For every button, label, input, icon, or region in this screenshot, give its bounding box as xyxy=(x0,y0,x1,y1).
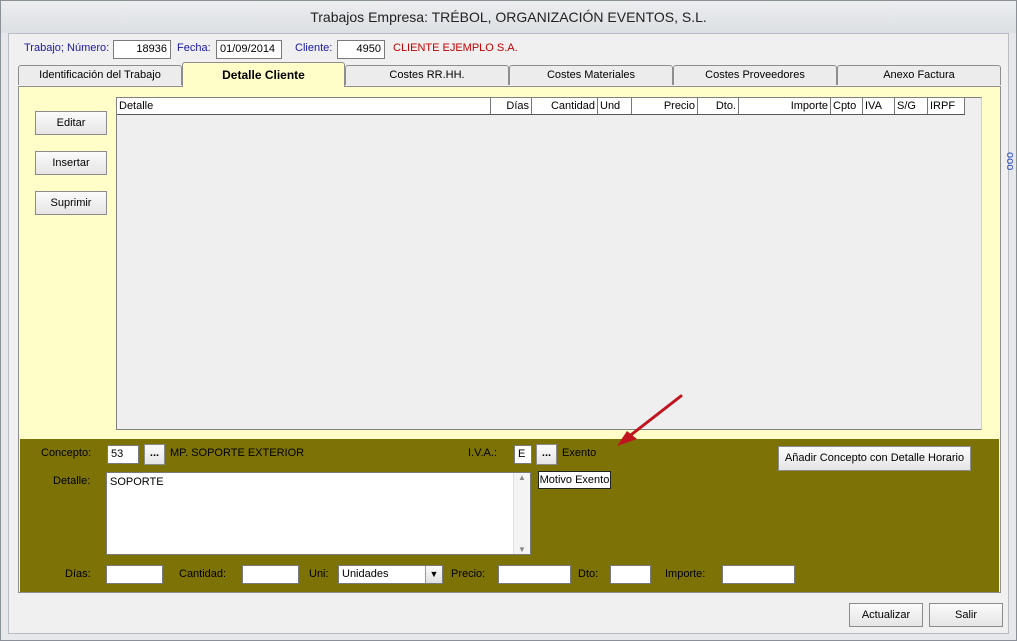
grid-header: Detalle Días Cantidad Und Precio Dto. Im… xyxy=(117,98,965,115)
motivo-exento-button[interactable]: Motivo Exento xyxy=(538,471,611,489)
dto-label: Dto: xyxy=(578,568,599,580)
importe-label: Importe: xyxy=(665,568,706,580)
detalle-scrollbar[interactable]: ▲ ▼ xyxy=(513,473,530,554)
iva-description: Exento xyxy=(562,447,597,459)
col-precio[interactable]: Precio xyxy=(632,98,698,114)
side-indicator: ooo xyxy=(1003,152,1016,174)
salir-button[interactable]: Salir xyxy=(929,603,1003,627)
concepto-label: Concepto: xyxy=(41,447,92,459)
concepto-lookup-button[interactable]: ... xyxy=(144,444,165,465)
iva-field[interactable]: E xyxy=(514,445,532,464)
concepto-description: MP. SOPORTE EXTERIOR xyxy=(170,447,305,459)
iva-label: I.V.A.: xyxy=(468,447,497,459)
cantidad-field[interactable] xyxy=(242,565,299,584)
col-irpf[interactable]: IRPF xyxy=(928,98,965,114)
col-cantidad[interactable]: Cantidad xyxy=(532,98,598,114)
trabajo-label: Trabajo; Número: xyxy=(24,42,110,54)
fecha-label: Fecha: xyxy=(177,42,211,54)
chevron-down-icon[interactable]: ▼ xyxy=(425,566,442,583)
cantidad-label: Cantidad: xyxy=(179,568,227,580)
precio-label: Precio: xyxy=(451,568,486,580)
detalle-label: Detalle: xyxy=(53,475,91,487)
app-window: Trabajos Empresa: TRÉBOL, ORGANIZACIÓN E… xyxy=(0,0,1017,641)
col-dto[interactable]: Dto. xyxy=(698,98,739,114)
col-und[interactable]: Und xyxy=(598,98,632,114)
tab-costes-proveedores[interactable]: Costes Proveedores xyxy=(673,65,837,85)
col-detalle[interactable]: Detalle xyxy=(117,98,491,114)
tab-detalle-cliente[interactable]: Detalle Cliente xyxy=(182,62,345,87)
col-importe[interactable]: Importe xyxy=(739,98,831,114)
col-sg[interactable]: S/G xyxy=(895,98,928,114)
scroll-down-icon[interactable]: ▼ xyxy=(514,545,530,554)
detalle-grid[interactable]: Detalle Días Cantidad Und Precio Dto. Im… xyxy=(116,97,982,430)
concept-form-area: Concepto: 53 ... MP. SOPORTE EXTERIOR I.… xyxy=(20,439,999,592)
cliente-name: CLIENTE EJEMPLO S.A. xyxy=(393,42,518,54)
col-cpto[interactable]: Cpto xyxy=(831,98,863,114)
detalle-cliente-panel: Editar Insertar Suprimir Detalle Días Ca… xyxy=(18,86,1001,593)
client-area: Trabajo; Número: 18936 Fecha: 01/09/2014… xyxy=(8,33,1009,634)
side-indicator-dots: ooo xyxy=(1004,152,1016,171)
window-title: Trabajos Empresa: TRÉBOL, ORGANIZACIÓN E… xyxy=(1,1,1016,33)
cliente-field[interactable]: 4950 xyxy=(337,40,385,59)
tab-costes-rrhh[interactable]: Costes RR.HH. xyxy=(345,65,509,85)
uni-select-value: Unidades xyxy=(342,568,389,580)
col-dias[interactable]: Días xyxy=(491,98,532,114)
detalle-textarea[interactable]: SOPORTE ▲ ▼ xyxy=(106,472,531,555)
dto-field[interactable] xyxy=(610,565,651,584)
uni-select[interactable]: Unidades ▼ xyxy=(338,565,443,584)
detalle-text: SOPORTE xyxy=(110,476,164,488)
editar-button[interactable]: Editar xyxy=(35,111,107,135)
fecha-field[interactable]: 01/09/2014 xyxy=(216,40,282,59)
col-iva[interactable]: IVA xyxy=(863,98,895,114)
tab-anexo-factura[interactable]: Anexo Factura xyxy=(837,65,1001,85)
insertar-button[interactable]: Insertar xyxy=(35,151,107,175)
actualizar-button[interactable]: Actualizar xyxy=(849,603,923,627)
dias-field[interactable] xyxy=(106,565,163,584)
tab-identificacion[interactable]: Identificación del Trabajo xyxy=(18,65,182,85)
anadir-concepto-button[interactable]: Añadir Concepto con Detalle Horario xyxy=(778,446,971,471)
scroll-up-icon[interactable]: ▲ xyxy=(514,473,530,482)
cliente-label: Cliente: xyxy=(295,42,333,54)
concepto-field[interactable]: 53 xyxy=(107,445,139,464)
dias-label: Días: xyxy=(65,568,91,580)
tab-costes-materiales[interactable]: Costes Materiales xyxy=(509,65,673,85)
suprimir-button[interactable]: Suprimir xyxy=(35,191,107,215)
importe-field[interactable] xyxy=(722,565,795,584)
trabajo-number-field[interactable]: 18936 xyxy=(113,40,171,59)
precio-field[interactable] xyxy=(498,565,571,584)
iva-lookup-button[interactable]: ... xyxy=(536,444,557,465)
uni-label: Uni: xyxy=(309,568,329,580)
